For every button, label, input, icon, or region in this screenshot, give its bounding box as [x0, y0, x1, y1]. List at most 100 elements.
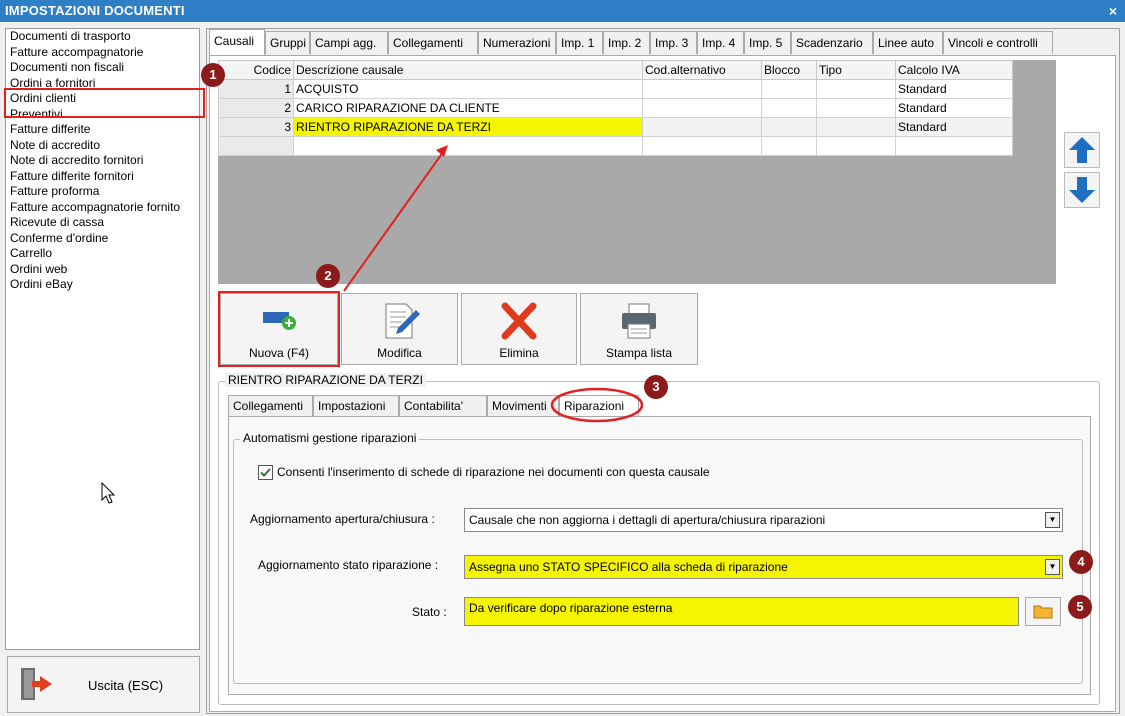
edit-button-label: Modifica	[377, 346, 422, 360]
causale-detail-title: RIENTRO RIPARAZIONE DA TERZI	[225, 373, 426, 387]
document-type-item[interactable]: Documenti di trasporto	[6, 29, 199, 45]
column-header[interactable]: Calcolo IVA	[895, 60, 1013, 80]
table-cell[interactable]: Standard	[895, 117, 1013, 137]
table-cell[interactable]	[816, 98, 896, 118]
move-up-button[interactable]	[1064, 132, 1100, 168]
enable-repair-cards-checkbox[interactable]	[258, 465, 273, 480]
repair-status-update-select[interactable]: Assegna uno STATO SPECIFICO alla scheda …	[464, 555, 1063, 579]
column-header[interactable]: Blocco	[761, 60, 817, 80]
table-cell[interactable]: 2	[218, 98, 294, 118]
subtab-collegamenti[interactable]: Collegamenti	[228, 395, 313, 416]
tab-gruppi[interactable]: Gruppi	[265, 31, 310, 54]
exit-button-label: Uscita (ESC)	[88, 678, 164, 693]
column-header[interactable]: Descrizione causale	[293, 60, 643, 80]
badge-1: 1	[201, 63, 225, 87]
table-cell[interactable]: 3	[218, 117, 294, 137]
tab-scadenzario[interactable]: Scadenzario	[791, 31, 873, 54]
causali-grid[interactable]: Codice Descrizione causale Cod.alternativo…	[218, 60, 1056, 284]
table-cell[interactable]	[761, 79, 817, 99]
document-type-item[interactable]: Documenti non fiscali	[6, 60, 199, 76]
tab-imp-2[interactable]: Imp. 2	[603, 31, 650, 54]
table-cell[interactable]: Standard	[895, 79, 1013, 99]
document-type-item[interactable]: Ordini web	[6, 262, 199, 278]
document-type-item[interactable]: Ricevute di cassa	[6, 215, 199, 231]
document-type-item[interactable]: Fatture proforma	[6, 184, 199, 200]
automatismi-group-title: Automatismi gestione riparazioni	[240, 431, 420, 445]
print-list-button[interactable]: Stampa lista	[580, 293, 698, 365]
enable-repair-cards-label: Consenti l'inserimento di schede di ripa…	[277, 465, 710, 479]
opening-closing-label: Aggiornamento apertura/chiusura :	[250, 512, 435, 526]
table-cell[interactable]	[642, 136, 762, 156]
opening-closing-value: Causale che non aggiorna i dettagli di a…	[469, 513, 826, 527]
move-down-button[interactable]	[1064, 172, 1100, 208]
checkmark-icon	[260, 468, 271, 477]
printer-icon	[622, 303, 656, 339]
tab-imp-5[interactable]: Imp. 5	[744, 31, 791, 54]
arrow-up-icon	[1069, 137, 1095, 163]
document-type-item[interactable]: Fatture differite	[6, 122, 199, 138]
document-type-item[interactable]: Note di accredito	[6, 138, 199, 154]
tab-vincoli-e-controlli[interactable]: Vincoli e controlli	[943, 31, 1053, 54]
column-header[interactable]: Cod.alternativo	[642, 60, 762, 80]
table-cell[interactable]	[642, 79, 762, 99]
document-type-item[interactable]: Note di accredito fornitori	[6, 153, 199, 169]
table-row[interactable]: 2 CARICO RIPARAZIONE DA CLIENTE Standard	[218, 98, 1013, 118]
subtab-contabilita-[interactable]: Contabilita'	[399, 395, 487, 416]
tab-imp-4[interactable]: Imp. 4	[697, 31, 744, 54]
table-row[interactable]: 1 ACQUISTO Standard	[218, 79, 1013, 99]
table-cell[interactable]	[293, 136, 643, 156]
print-list-button-label: Stampa lista	[605, 346, 673, 360]
table-cell[interactable]	[761, 136, 817, 156]
table-cell[interactable]	[816, 117, 896, 137]
annotation-box-new-button	[218, 291, 340, 367]
status-browse-button[interactable]	[1025, 597, 1061, 626]
document-type-item[interactable]: Carrello	[6, 246, 199, 262]
table-cell[interactable]: ACQUISTO	[293, 79, 643, 99]
exit-button[interactable]: Uscita (ESC)	[7, 656, 200, 713]
chevron-down-icon[interactable]: ▼	[1045, 559, 1060, 575]
status-label: Stato :	[412, 605, 447, 619]
tab-linee-auto[interactable]: Linee auto	[873, 31, 943, 54]
document-type-item[interactable]: Fatture differite fornitori	[6, 169, 199, 185]
table-cell[interactable]	[761, 117, 817, 137]
column-header[interactable]: Tipo	[816, 60, 896, 80]
edit-button[interactable]: Modifica	[341, 293, 458, 365]
tab-numerazioni[interactable]: Numerazioni	[478, 31, 556, 54]
subtab-impostazioni[interactable]: Impostazioni	[313, 395, 399, 416]
document-type-item[interactable]: Ordini eBay	[6, 277, 199, 293]
table-cell[interactable]	[761, 98, 817, 118]
table-row[interactable]: 3 RIENTRO RIPARAZIONE DA TERZI Standard	[218, 117, 1013, 137]
table-cell[interactable]: 1	[218, 79, 294, 99]
tab-imp-3[interactable]: Imp. 3	[650, 31, 697, 54]
column-header[interactable]: Codice	[218, 60, 294, 80]
chevron-down-icon[interactable]: ▼	[1045, 512, 1060, 528]
table-cell[interactable]	[816, 79, 896, 99]
document-type-list[interactable]: Documenti di trasporto Fatture accompagna…	[5, 28, 536, 650]
tab-campi-agg-[interactable]: Campi agg.	[310, 31, 388, 54]
delete-button[interactable]: Elimina	[461, 293, 577, 365]
document-type-item[interactable]: Fatture accompagnatorie fornito	[6, 200, 199, 216]
badge-2: 2	[316, 264, 340, 288]
table-cell[interactable]	[816, 136, 896, 156]
table-cell[interactable]	[218, 136, 294, 156]
annotation-ellipse-riparazioni	[550, 387, 644, 423]
tab-imp-1[interactable]: Imp. 1	[556, 31, 603, 54]
delete-x-icon	[501, 302, 537, 340]
table-cell[interactable]	[642, 117, 762, 137]
tab-collegamenti[interactable]: Collegamenti	[388, 31, 478, 54]
document-type-item[interactable]: Fatture accompagnatorie	[6, 45, 199, 61]
badge-5: 5	[1068, 595, 1092, 619]
table-cell[interactable]: CARICO RIPARAZIONE DA CLIENTE	[293, 98, 643, 118]
badge-3: 3	[644, 375, 668, 399]
table-cell[interactable]	[895, 136, 1013, 156]
table-row[interactable]	[218, 136, 1013, 156]
opening-closing-select[interactable]: Causale che non aggiorna i dettagli di a…	[464, 508, 1063, 532]
tab-causali[interactable]: Causali	[209, 29, 265, 55]
table-cell[interactable]: Standard	[895, 98, 1013, 118]
delete-button-label: Elimina	[499, 346, 539, 360]
table-cell[interactable]	[642, 98, 762, 118]
document-type-item[interactable]: Conferme d'ordine	[6, 231, 199, 247]
status-field[interactable]: Da verificare dopo riparazione esterna	[464, 597, 1019, 626]
table-cell[interactable]: RIENTRO RIPARAZIONE DA TERZI	[293, 117, 643, 137]
close-icon[interactable]: ×	[1109, 0, 1117, 22]
